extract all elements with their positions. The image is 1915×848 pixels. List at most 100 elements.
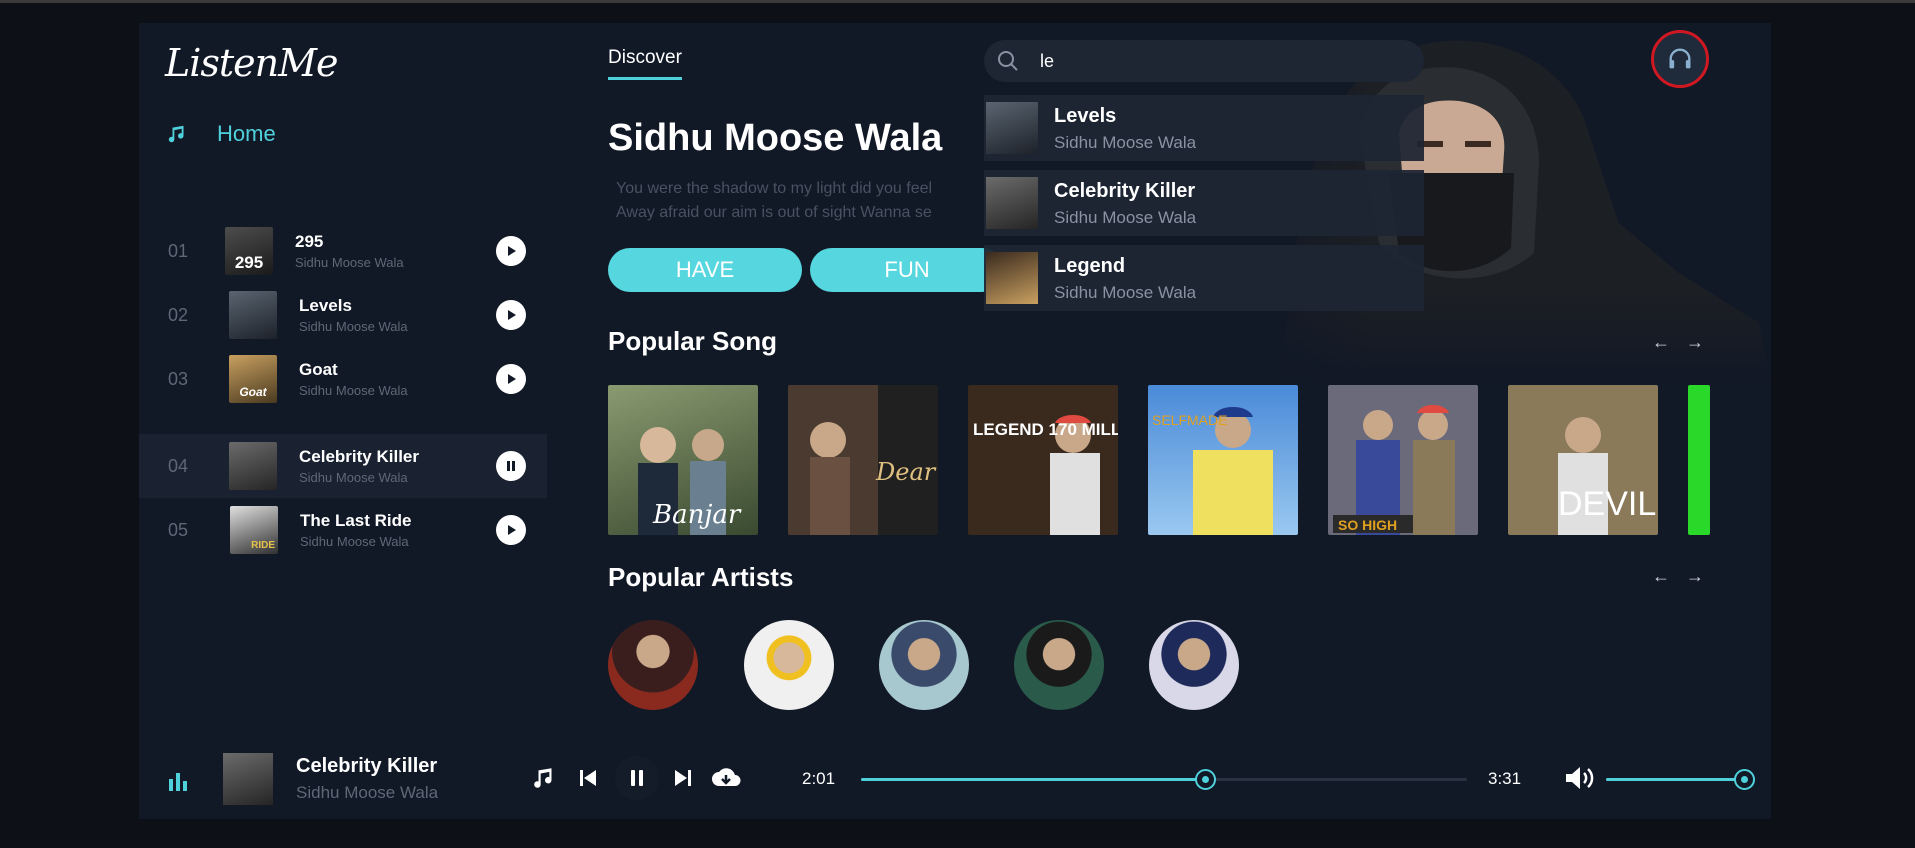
pause-button[interactable] (615, 756, 659, 800)
song-cover-art: Banjar (638, 427, 742, 535)
song-cover-text: SELFMADE (1152, 412, 1227, 428)
popular-songs-heading: Popular Song (608, 326, 777, 356)
song-card[interactable] (1688, 385, 1710, 535)
music-note-icon (534, 768, 552, 788)
track-number: 02 (168, 304, 189, 325)
song-card[interactable]: Banjar (608, 385, 758, 535)
now-playing-cover (223, 753, 273, 805)
progress-fill (861, 778, 1207, 781)
arrow-right-icon[interactable]: → (1686, 332, 1704, 353)
track-title: Levels (299, 296, 352, 315)
track-row[interactable]: 02 Levels Sidhu Moose Wala (139, 283, 547, 347)
search-result-item[interactable]: Levels Sidhu Moose Wala (984, 95, 1424, 161)
result-title: Legend (1054, 255, 1126, 277)
playlist-button[interactable] (530, 763, 560, 793)
track-info: 295 Sidhu Moose Wala (295, 232, 404, 270)
result-cover (986, 177, 1038, 229)
lyrics-line: You were the shadow to my light did you … (616, 180, 933, 197)
song-cover-text: LEGEND 170 MILLION+ (973, 420, 1118, 439)
arrow-right-icon[interactable]: → (1686, 566, 1704, 587)
hero-title: Sidhu Moose Wala (608, 117, 943, 159)
pause-icon (631, 770, 643, 786)
song-card[interactable]: Dear Mama (788, 385, 938, 535)
arrow-left-icon[interactable]: ← (1652, 332, 1670, 353)
arrow-left-icon[interactable]: ← (1652, 566, 1670, 587)
song-card[interactable]: LEGEND 170 MILLION+ (968, 385, 1118, 535)
volume-button[interactable] (1562, 763, 1598, 793)
volume-handle[interactable] (1734, 769, 1755, 790)
previous-button[interactable] (573, 763, 603, 793)
pause-icon (507, 461, 515, 471)
play-button[interactable] (496, 236, 526, 266)
track-row-active[interactable]: 04 Celebrity Killer Sidhu Moose Wala (139, 434, 547, 498)
elapsed-time: 2:01 (802, 769, 836, 788)
play-icon (508, 246, 516, 256)
fun-button[interactable]: FUN (810, 248, 1004, 292)
track-row[interactable]: 03 Goat Goat Sidhu Moose Wala (139, 347, 547, 411)
search-result-item[interactable]: Celebrity Killer Sidhu Moose Wala (984, 170, 1424, 236)
track-title: The Last Ride (300, 511, 412, 530)
have-button[interactable]: HAVE (608, 248, 802, 292)
app-window: ListenMe Home 01 295 295 Sidhu Moose Wal… (139, 23, 1771, 819)
track-title: Celebrity Killer (299, 447, 419, 466)
play-button[interactable] (496, 364, 526, 394)
song-card[interactable]: SO HIGH (1328, 385, 1478, 535)
headphones-icon (1669, 48, 1691, 69)
song-cover-art: SO HIGH (1333, 404, 1455, 535)
track-artist: Sidhu Moose Wala (299, 383, 408, 398)
search-bar (984, 40, 1424, 82)
search-input[interactable] (1040, 48, 1400, 74)
track-title: 295 (295, 232, 324, 251)
next-button[interactable] (668, 763, 698, 793)
song-cover-art: LEGEND 170 MILLION+ (973, 414, 1118, 535)
artist-avatar[interactable] (1149, 620, 1239, 710)
sidebar-item-home[interactable]: Home (167, 121, 276, 147)
artist-avatar[interactable] (744, 620, 834, 710)
result-cover (986, 252, 1038, 304)
popular-artists-heading: Popular Artists (608, 562, 794, 592)
track-number: 05 (168, 519, 189, 540)
window-top-border (0, 0, 1915, 3)
tab-discover[interactable]: Discover (608, 47, 682, 80)
play-icon (508, 374, 516, 384)
skip-forward-icon (675, 770, 691, 786)
artist-avatar[interactable] (879, 620, 969, 710)
progress-handle[interactable] (1195, 769, 1217, 790)
song-card[interactable]: SELFMADE (1148, 385, 1298, 535)
duration-time: 3:31 (1488, 769, 1522, 788)
search-icon (998, 51, 1018, 71)
app-logo[interactable]: ListenMe (165, 41, 339, 85)
search-result-item[interactable]: Legend Sidhu Moose Wala (984, 245, 1424, 311)
track-artist: Sidhu Moose Wala (299, 470, 408, 485)
download-button[interactable] (711, 763, 741, 793)
sidebar-item-label: Home (217, 121, 276, 146)
user-avatar[interactable] (1651, 30, 1709, 88)
play-button[interactable] (496, 515, 526, 545)
artist-avatar[interactable] (608, 620, 698, 710)
now-playing-artist: Sidhu Moose Wala (296, 783, 439, 802)
pause-button[interactable] (496, 451, 526, 481)
artist-avatar[interactable] (1014, 620, 1104, 710)
player-bar: Celebrity Killer Sidhu Moose Wala 2:01 3… (139, 743, 1771, 819)
play-button[interactable] (496, 300, 526, 330)
track-artist: Sidhu Moose Wala (299, 319, 408, 334)
song-cover-text: Dear Mama (875, 458, 938, 486)
song-card[interactable]: DEVIL (1508, 385, 1658, 535)
track-info: Goat Sidhu Moose Wala (299, 360, 408, 398)
track-row[interactable]: 01 295 295 Sidhu Moose Wala (139, 219, 547, 283)
music-note-icon (168, 125, 184, 143)
track-artist: Sidhu Moose Wala (300, 534, 409, 549)
song-cover-art: SELFMADE (1152, 406, 1273, 535)
popular-songs-nav: ← → (1652, 332, 1704, 353)
track-cover-text: 295 (234, 253, 264, 272)
track-cover: RIDE (230, 506, 278, 554)
now-playing-title: Celebrity Killer (296, 755, 438, 777)
track-row[interactable]: 05 RIDE The Last Ride Sidhu Moose Wala (139, 498, 547, 562)
track-info: Celebrity Killer Sidhu Moose Wala (299, 447, 419, 485)
song-cover-text: Banjar (652, 500, 742, 530)
equalizer-icon (169, 773, 187, 791)
volume-slider[interactable] (1606, 769, 1755, 790)
progress-bar[interactable] (861, 769, 1467, 790)
track-info: The Last Ride Sidhu Moose Wala (300, 511, 411, 549)
sidebar: ListenMe Home 01 295 295 Sidhu Moose Wal… (139, 23, 547, 743)
